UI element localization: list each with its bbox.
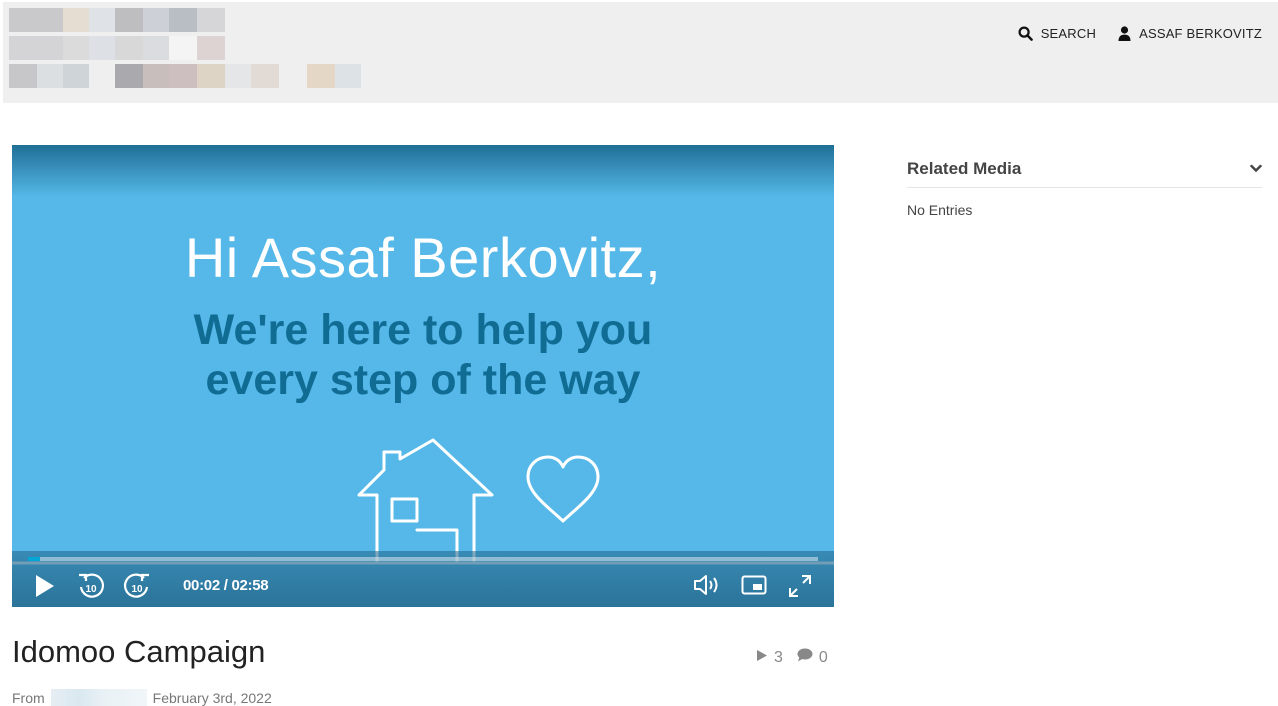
media-title: Idomoo Campaign (12, 634, 266, 669)
site-header: SEARCH ASSAF BERKOVITZ (3, 2, 1278, 103)
comment-icon (797, 648, 813, 667)
plays-icon (756, 649, 768, 667)
player-top-shade (12, 145, 834, 197)
video-greeting: Hi Assaf Berkovitz, (184, 226, 662, 289)
progress-bar[interactable] (28, 557, 818, 561)
rewind-10-icon[interactable]: 10 (76, 569, 106, 606)
comments-stat[interactable]: 0 (797, 648, 828, 667)
related-media-title: Related Media (907, 158, 1022, 178)
related-media-empty: No Entries (907, 202, 973, 218)
site-logo[interactable] (9, 8, 369, 88)
comments-count: 0 (818, 648, 828, 666)
fullscreen-icon[interactable] (787, 573, 813, 604)
author-name-redacted[interactable] (50, 689, 147, 706)
rewind-10-label: 10 (85, 584, 97, 595)
forward-10-label: 10 (131, 584, 143, 595)
header-nav: SEARCH ASSAF BERKOVITZ (1018, 26, 1262, 41)
player-controls: 10 10 00:02 / 02:58 (12, 567, 834, 607)
chevron-down-icon[interactable] (1250, 160, 1262, 178)
user-icon (1118, 26, 1131, 41)
related-media-header[interactable]: Related Media (907, 150, 1262, 188)
user-label: ASSAF BERKOVITZ (1139, 26, 1262, 41)
house-heart-illustration (12, 438, 834, 565)
publish-date: February 3rd, 2022 (152, 690, 272, 706)
search-icon (1018, 26, 1033, 41)
volume-icon[interactable] (693, 573, 723, 602)
video-tagline-line1: We're here to help you (193, 306, 653, 354)
forward-10-icon[interactable]: 10 (122, 569, 152, 606)
plays-count: 3 (774, 648, 783, 666)
search-link[interactable]: SEARCH (1018, 26, 1096, 41)
search-label: SEARCH (1040, 26, 1097, 41)
user-menu[interactable]: ASSAF BERKOVITZ (1118, 26, 1262, 41)
picture-in-picture-icon[interactable] (741, 575, 767, 600)
from-label: From (12, 690, 45, 706)
media-stats: 3 0 (756, 648, 828, 667)
progress-fill (28, 557, 40, 561)
video-tagline-line2: every step of the way (205, 356, 641, 404)
video-player[interactable]: Hi Assaf Berkovitz, We're here to help y… (12, 145, 834, 607)
related-media-panel: Related Media No Entries (907, 150, 1262, 218)
media-byline: From February 3rd, 2022 (12, 689, 272, 706)
play-icon[interactable] (34, 573, 56, 604)
plays-stat: 3 (756, 649, 783, 667)
time-display: 00:02 / 02:58 (183, 577, 269, 594)
